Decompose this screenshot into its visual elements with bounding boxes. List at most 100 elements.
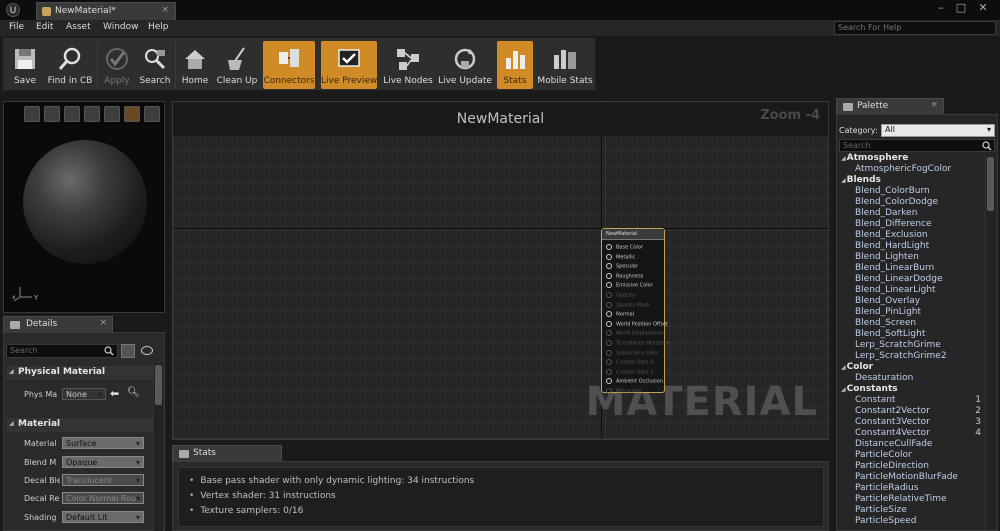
node-pin[interactable]: Base Color (606, 244, 643, 251)
browse-search-icon[interactable]: 🔍︎ (127, 387, 140, 398)
blend-mode-dropdown[interactable]: Opaque (62, 456, 144, 468)
physical-material-header[interactable]: Physical Material (6, 366, 154, 380)
category-dropdown[interactable]: All ▾ (881, 124, 995, 137)
phys-mat-dropdown[interactable]: None (62, 388, 106, 400)
menu-help[interactable]: Help (148, 22, 169, 32)
palette-item[interactable]: Blend_LinearBurn (855, 263, 934, 273)
palette-item[interactable]: DistanceCullFade (855, 439, 932, 449)
palette-item[interactable]: Blend_Difference (855, 219, 932, 229)
palette-item[interactable]: ParticleColor (855, 450, 912, 460)
cylinder-preview-icon[interactable] (24, 106, 40, 122)
palette-category[interactable]: Atmosphere (841, 153, 909, 163)
cube-preview-icon[interactable] (84, 106, 100, 122)
menu-file[interactable]: File (9, 22, 24, 32)
palette-item[interactable]: Desaturation (855, 373, 913, 383)
palette-item[interactable]: Blend_Darken (855, 208, 917, 218)
palette-category[interactable]: Constants (841, 384, 898, 394)
custom-mesh-preview-icon[interactable] (104, 106, 120, 122)
palette-item[interactable]: Blend_LinearDodge (855, 274, 943, 284)
minimize-button[interactable]: – (932, 1, 950, 14)
close-button[interactable]: ✕ (974, 1, 992, 14)
palette-item[interactable]: Blend_SoftLight (855, 329, 925, 339)
property-matrix-icon[interactable] (121, 344, 135, 358)
menu-asset[interactable]: Asset (66, 22, 91, 32)
palette-item[interactable]: ParticleMotionBlurFade (855, 472, 958, 482)
material-header[interactable]: Material (6, 418, 154, 432)
node-pin[interactable]: World Displacement (606, 330, 666, 337)
palette-item[interactable]: ParticleSpeed (855, 516, 916, 526)
node-pin[interactable]: Opacity Mask (606, 302, 650, 308)
details-scrollbar-thumb[interactable] (155, 365, 162, 405)
palette-item[interactable]: Constant (855, 395, 895, 405)
node-pin[interactable]: Ambient Occlusion (606, 378, 663, 385)
palette-search-input[interactable]: Search (839, 139, 995, 152)
palette-item[interactable]: AtmosphericFogColor (855, 164, 951, 174)
palette-item[interactable]: Blend_ColorDodge (855, 197, 938, 207)
sphere-preview-icon[interactable] (44, 106, 60, 122)
clean-up-button[interactable]: Clean Up (215, 41, 259, 89)
palette-item[interactable]: Blend_LinearLight (855, 285, 936, 295)
search-button[interactable]: Search (137, 41, 173, 89)
node-pin[interactable]: Tessellation Multiplier (606, 340, 670, 347)
live-preview-button[interactable]: Live Preview (321, 41, 377, 89)
palette-item[interactable]: Blend_Lighten (855, 252, 919, 262)
material-domain-dropdown[interactable]: Surface (62, 437, 144, 449)
details-close-icon[interactable]: × (99, 318, 107, 328)
palette-scrollbar-thumb[interactable] (987, 157, 994, 211)
node-pin[interactable]: Specular (606, 263, 638, 270)
plane-preview-icon[interactable] (64, 106, 80, 122)
tab-new-material[interactable]: NewMaterial* × (36, 2, 176, 20)
apply-button[interactable]: Apply (99, 41, 135, 89)
palette-item[interactable]: Lerp_ScratchGrime (855, 340, 941, 350)
palette-item[interactable]: ParticleRelativeTime (855, 494, 947, 504)
palette-item[interactable]: Blend_Exclusion (855, 230, 928, 240)
find-in-cb-button[interactable]: Find in CB (45, 41, 95, 89)
palette-category[interactable]: Color (841, 362, 874, 372)
node-pin[interactable]: Metallic (606, 254, 635, 260)
menu-edit[interactable]: Edit (36, 22, 53, 32)
palette-item[interactable]: Blend_ColorBurn (855, 186, 930, 196)
node-pin[interactable]: Custom Data 1 (606, 369, 653, 375)
tab-details[interactable]: Details × (3, 316, 113, 332)
material-graph[interactable]: NewMaterial Zoom -4 MATERIAL NewMaterial… (172, 101, 829, 440)
material-result-node[interactable]: NewMaterial Base Color Metallic Specular Ro… (601, 228, 670, 395)
palette-item[interactable]: ParticleSize (855, 505, 907, 515)
node-pin[interactable]: Emissive Color (606, 282, 653, 289)
node-pin[interactable]: World Position Offset (606, 321, 668, 327)
help-search-input[interactable]: Search For Help (834, 21, 996, 35)
palette-item[interactable]: Lerp_ScratchGrime2 (855, 351, 947, 361)
palette-item[interactable]: Constant3Vector (855, 417, 930, 427)
home-button[interactable]: Home (177, 41, 213, 89)
decal-response-dropdown[interactable]: Color Normal Rou (62, 492, 144, 504)
node-pin[interactable]: Opacity (606, 292, 635, 299)
palette-item[interactable]: Blend_Overlay (855, 296, 920, 306)
tab-stats[interactable]: Stats (172, 445, 282, 461)
node-pin[interactable]: Refraction (606, 388, 642, 395)
connectors-button[interactable]: Connectors (263, 41, 315, 89)
node-pin[interactable]: Subsurface Color (606, 350, 659, 356)
save-button[interactable]: Save (7, 41, 43, 89)
palette-item[interactable]: Constant4Vector (855, 428, 930, 438)
palette-item[interactable]: Constant2Vector (855, 406, 930, 416)
tab-palette[interactable]: Palette × (836, 98, 944, 114)
stats-button[interactable]: Stats (497, 41, 533, 89)
decal-blend-dropdown[interactable]: Translucent (62, 474, 144, 486)
palette-item[interactable]: ParticleDirection (855, 461, 929, 471)
node-pin[interactable]: Custom Data 0 (606, 359, 653, 366)
realtime-toggle-icon[interactable] (144, 106, 160, 122)
details-scrollbar[interactable] (153, 363, 163, 531)
live-update-button[interactable]: Live Update (437, 41, 493, 89)
shading-model-dropdown[interactable]: Default Lit (62, 511, 144, 523)
node-pin[interactable]: Roughness (606, 273, 643, 279)
palette-scrollbar[interactable] (985, 155, 995, 530)
tab-close-icon[interactable]: × (161, 5, 169, 15)
use-selected-arrow-icon[interactable]: ⬅ (110, 387, 119, 400)
palette-item[interactable]: Blend_PinLight (855, 307, 921, 317)
unreal-logo-icon[interactable]: U (6, 3, 20, 17)
preview-viewport[interactable]: x Y (3, 101, 165, 313)
details-search-input[interactable]: Search (6, 344, 118, 358)
live-nodes-button[interactable]: Live Nodes (383, 41, 433, 89)
palette-close-icon[interactable]: × (930, 100, 938, 110)
palette-item[interactable]: Blend_HardLight (855, 241, 929, 251)
menu-window[interactable]: Window (103, 22, 139, 32)
